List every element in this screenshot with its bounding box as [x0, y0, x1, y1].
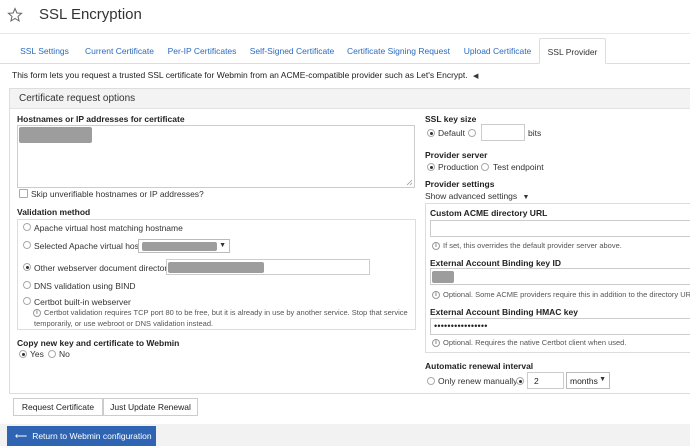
apache-match-radio[interactable]	[23, 223, 31, 231]
return-to-webmin-label: Return to Webmin configuration	[32, 431, 152, 441]
tab-per-ip-certificates[interactable]: Per-IP Certificates	[161, 38, 243, 64]
validation-method-label: Validation method	[17, 207, 91, 217]
return-to-webmin-button[interactable]: ⟵ Return to Webmin configuration	[7, 426, 156, 446]
page-title: SSL Encryption	[39, 6, 142, 23]
resize-grip-icon[interactable]	[406, 179, 413, 186]
renew-interval-value: 2	[534, 376, 539, 386]
renew-interval-input[interactable]: 2	[527, 372, 564, 389]
advanced-settings-toggle-label: Show advanced settings	[425, 191, 518, 201]
star-outline-icon[interactable]	[7, 7, 23, 23]
eab-hmac-value: ••••••••••••••••	[434, 321, 488, 331]
renewal-interval-label: Automatic renewal interval	[425, 361, 534, 371]
advanced-settings-toggle[interactable]: Show advanced settings ▼	[425, 191, 529, 201]
certbot-note-line2: temporarily, or use webroot or DNS valid…	[34, 319, 214, 328]
apache-match-label: Apache virtual host matching hostname	[34, 223, 183, 233]
panel-title: Certificate request options	[19, 93, 136, 104]
key-default-radio[interactable]	[427, 129, 435, 137]
copy-no-label: No	[59, 349, 70, 359]
apache-vhost-select[interactable]: ▼	[138, 239, 230, 253]
tab-self-signed-certificate[interactable]: Self-Signed Certificate	[243, 38, 341, 64]
other-docroot-radio[interactable]	[23, 263, 31, 271]
eab-key-help: Optional. Some ACME providers require th…	[443, 290, 690, 299]
key-size-unit: bits	[528, 128, 542, 138]
tab-bar: SSL Settings Current Certificate Per-IP …	[0, 38, 690, 64]
intro-text: This form lets you request a trusted SSL…	[12, 70, 478, 80]
hostnames-textarea[interactable]	[17, 125, 415, 188]
custom-directory-input[interactable]	[430, 220, 690, 237]
renew-manual-label: Only renew manually	[438, 376, 518, 386]
tab-upload-certificate[interactable]: Upload Certificate	[456, 38, 539, 64]
docroot-input[interactable]	[166, 259, 370, 275]
custom-directory-help: If set, this overrides the default provi…	[443, 241, 622, 250]
hostname-redacted	[19, 127, 92, 143]
provider-test-label: Test endpoint	[493, 162, 544, 172]
provider-production-label: Production	[438, 162, 479, 172]
info-icon: i	[432, 291, 440, 299]
renew-unit-value: months	[570, 376, 598, 386]
info-icon: i	[432, 242, 440, 250]
tab-ssl-settings[interactable]: SSL Settings	[11, 38, 78, 64]
skip-unverifiable-label: Skip unverifiable hostnames or IP addres…	[31, 189, 204, 199]
key-default-label: Default	[438, 128, 465, 138]
info-icon: i	[432, 339, 440, 347]
eab-hmac-label: External Account Binding HMAC key	[430, 307, 578, 317]
hostnames-label: Hostnames or IP addresses for certificat…	[17, 114, 185, 124]
provider-test-radio[interactable]	[481, 163, 489, 171]
arrow-left-icon: ⟵	[15, 431, 28, 441]
collapse-arrow-icon[interactable]: ◀	[473, 73, 478, 80]
key-size-label: SSL key size	[425, 114, 477, 124]
eab-hmac-input[interactable]: ••••••••••••••••	[430, 318, 690, 335]
apache-selected-radio[interactable]	[23, 241, 31, 249]
renew-manual-radio[interactable]	[427, 377, 435, 385]
docroot-redacted	[168, 262, 264, 273]
copy-yes-radio[interactable]	[19, 350, 27, 358]
request-certificate-button[interactable]: Request Certificate	[13, 398, 103, 416]
eab-key-label: External Account Binding key ID	[430, 258, 561, 268]
caret-down-icon: ▼	[522, 194, 530, 201]
vhost-redacted	[142, 242, 217, 251]
info-icon: i	[33, 309, 41, 317]
dns-bind-radio[interactable]	[23, 281, 31, 289]
copy-yes-label: Yes	[30, 349, 44, 359]
provider-settings-label: Provider settings	[425, 179, 495, 189]
apache-selected-label: Selected Apache virtual host	[34, 241, 142, 251]
eab-key-input[interactable]	[430, 268, 690, 285]
renew-interval-radio[interactable]	[516, 377, 524, 385]
tab-certificate-signing-request[interactable]: Certificate Signing Request	[341, 38, 456, 64]
chevron-down-icon: ▼	[599, 376, 606, 383]
chevron-down-icon: ▼	[219, 242, 226, 249]
key-size-input[interactable]	[481, 124, 525, 141]
certbot-label: Certbot built-in webserver	[34, 297, 131, 307]
eab-hmac-help: Optional. Requires the native Certbot cl…	[443, 338, 627, 347]
certbot-radio[interactable]	[23, 297, 31, 305]
copy-no-radio[interactable]	[48, 350, 56, 358]
dns-bind-label: DNS validation using BIND	[34, 281, 136, 291]
certbot-note-line1: Certbot validation requires TCP port 80 …	[44, 308, 408, 317]
provider-server-label: Provider server	[425, 150, 488, 160]
skip-unverifiable-checkbox[interactable]	[19, 189, 28, 198]
eab-key-redacted	[432, 271, 454, 283]
copy-key-label: Copy new key and certificate to Webmin	[17, 338, 180, 348]
key-custom-radio[interactable]	[468, 129, 476, 137]
other-docroot-label: Other webserver document directory	[34, 263, 172, 273]
renew-unit-select[interactable]: months ▼	[566, 372, 610, 389]
tab-ssl-provider[interactable]: SSL Provider	[539, 38, 606, 64]
intro-text-content: This form lets you request a trusted SSL…	[12, 70, 468, 80]
update-renewal-button[interactable]: Just Update Renewal	[103, 398, 198, 416]
custom-directory-label: Custom ACME directory URL	[430, 208, 548, 218]
provider-production-radio[interactable]	[427, 163, 435, 171]
tab-current-certificate[interactable]: Current Certificate	[78, 38, 161, 64]
